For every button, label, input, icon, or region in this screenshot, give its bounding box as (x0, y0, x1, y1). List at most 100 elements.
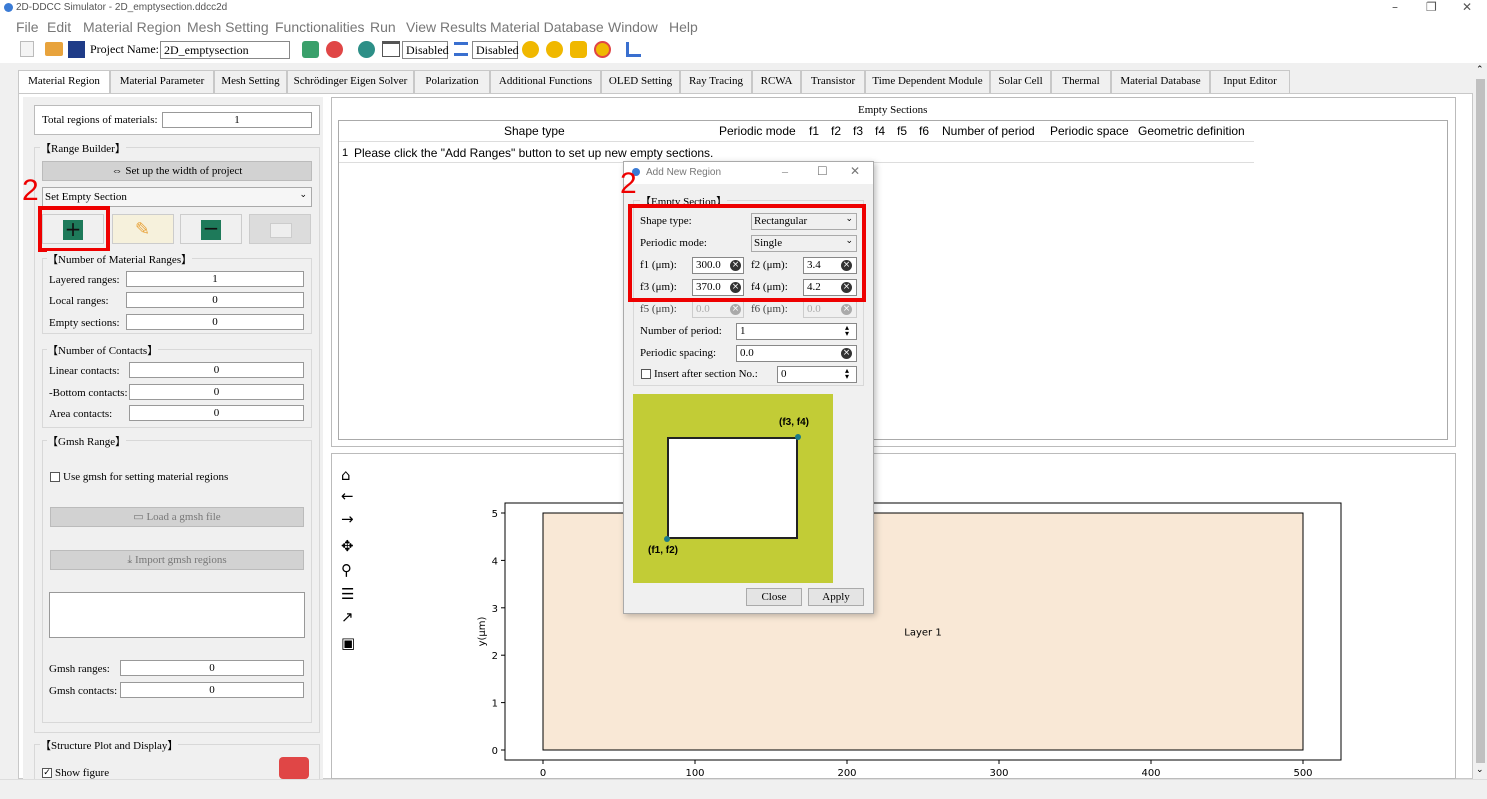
load-gmsh-button[interactable]: ▭ Load a gmsh file (50, 507, 304, 527)
tab-time-dependent[interactable]: Time Dependent Module (865, 70, 990, 93)
menu-file[interactable]: File (16, 19, 39, 35)
maximize-button[interactable]: ❐ (1426, 0, 1437, 14)
menu-run[interactable]: Run (370, 19, 396, 35)
tab-ray-tracing[interactable]: Ray Tracing (680, 70, 752, 93)
scroll-down-icon[interactable]: ⌄ (1476, 765, 1484, 775)
disabled-field-1[interactable]: Disabled (402, 41, 449, 59)
empty-field[interactable]: 0 (126, 314, 304, 330)
table-row[interactable]: 1 Please click the "Add Ranges" button t… (339, 142, 1254, 163)
vertical-scrollbar[interactable]: ⌃ ⌄ (1474, 65, 1487, 779)
run-batch-icon[interactable] (570, 41, 587, 58)
insert-spinner-arrows-icon[interactable]: ▴ ▾ (845, 367, 849, 381)
use-gmsh-checkbox[interactable] (50, 472, 60, 482)
configure-subplots-icon[interactable]: ☰ (341, 585, 354, 603)
area-field[interactable]: 0 (129, 405, 304, 421)
col-f1[interactable]: f1 (809, 124, 819, 138)
menu-mesh-setting[interactable]: Mesh Setting (187, 19, 269, 35)
col-shape-type[interactable]: Shape type (504, 124, 565, 138)
refresh-icon[interactable] (302, 41, 319, 58)
col-periodic-space[interactable]: Periodic space (1050, 124, 1129, 138)
f5-clear-icon[interactable]: × (730, 304, 741, 315)
save-figure-icon[interactable]: ▣ (341, 634, 355, 652)
setup-width-button[interactable]: ⇔ Set up the width of project (42, 161, 312, 181)
edit-axis-icon[interactable]: ↗ (341, 608, 354, 626)
tab-mesh-setting[interactable]: Mesh Setting (214, 70, 287, 93)
col-f3[interactable]: f3 (853, 124, 863, 138)
remove-range-button[interactable]: − (180, 214, 242, 244)
tab-oled-setting[interactable]: OLED Setting (601, 70, 680, 93)
back-arrow-icon[interactable]: ← (341, 487, 354, 505)
menu-functionalities[interactable]: Functionalities (275, 19, 365, 35)
apply-button[interactable]: Apply (808, 588, 864, 606)
reload-icon[interactable] (326, 41, 343, 58)
layered-field[interactable]: 1 (126, 271, 304, 287)
col-f6[interactable]: f6 (919, 124, 929, 138)
disabled-field-2[interactable]: Disabled (472, 41, 519, 59)
gmsh-text-area[interactable] (49, 592, 305, 638)
tab-additional-functions[interactable]: Additional Functions (490, 70, 601, 93)
new-file-icon[interactable] (20, 41, 34, 57)
tab-material-parameter[interactable]: Material Parameter (110, 70, 214, 93)
menu-view-results[interactable]: View Results (406, 19, 487, 35)
menu-material-region[interactable]: Material Region (83, 19, 181, 35)
chart-icon[interactable] (626, 42, 641, 57)
tab-material-region[interactable]: Material Region (18, 70, 110, 94)
tab-solar-cell[interactable]: Solar Cell (990, 70, 1051, 93)
col-periodic-mode[interactable]: Periodic mode (719, 124, 796, 138)
show-figure-checkbox[interactable]: ✓ (42, 768, 52, 778)
menu-window[interactable]: Window (608, 19, 658, 35)
project-name-input[interactable]: 2D_emptysection (160, 41, 290, 59)
menu-material-database[interactable]: Material Database (490, 19, 604, 35)
col-f4[interactable]: f4 (875, 124, 885, 138)
menu-edit[interactable]: Edit (47, 19, 71, 35)
gmsh-contacts-field[interactable]: 0 (120, 682, 304, 698)
col-f2[interactable]: f2 (831, 124, 841, 138)
dialog-maximize-button[interactable]: ☐ (817, 164, 828, 178)
local-field[interactable]: 0 (126, 292, 304, 308)
col-number-of-period[interactable]: Number of period (942, 124, 1035, 138)
col-f5[interactable]: f5 (897, 124, 907, 138)
minimize-button[interactable]: – (1392, 0, 1398, 14)
tab-transistor[interactable]: Transistor (801, 70, 865, 93)
dialog-close-icon[interactable]: ✕ (850, 164, 860, 178)
home-icon[interactable]: ⌂ (341, 466, 351, 484)
open-folder-icon[interactable] (45, 42, 63, 56)
gmsh-ranges-field[interactable]: 0 (120, 660, 304, 676)
run-next-icon[interactable] (546, 41, 563, 58)
import-gmsh-button[interactable]: ⤓ Import gmsh regions (50, 550, 304, 570)
forward-arrow-icon[interactable]: → (341, 510, 354, 528)
close-window-button[interactable]: ✕ (1462, 0, 1472, 14)
insert-after-checkbox[interactable] (641, 369, 651, 379)
settings-icon[interactable] (358, 41, 375, 58)
tab-thermal[interactable]: Thermal (1051, 70, 1111, 93)
tab-rcwa[interactable]: RCWA (752, 70, 801, 93)
run-icon[interactable] (522, 41, 539, 58)
tab-input-editor[interactable]: Input Editor (1210, 70, 1290, 93)
close-button[interactable]: Close (746, 588, 802, 606)
refresh-plot-icon[interactable] (279, 757, 309, 779)
list-icon[interactable] (454, 42, 468, 56)
tab-material-database[interactable]: Material Database (1111, 70, 1210, 93)
bottom-field[interactable]: 0 (129, 384, 304, 400)
f6-clear-icon[interactable]: × (841, 304, 852, 315)
dialog-minimize-button[interactable]: – (782, 164, 788, 179)
pan-icon[interactable]: ✥ (341, 537, 354, 555)
linear-field[interactable]: 0 (129, 362, 304, 378)
period-spinner-arrows-icon[interactable]: ▴ ▾ (845, 324, 849, 338)
total-regions-field[interactable]: 1 (162, 112, 312, 128)
zoom-icon[interactable]: ⚲ (341, 561, 352, 579)
menu-help[interactable]: Help (669, 19, 698, 35)
mesh-icon[interactable] (382, 41, 400, 57)
folder-button[interactable] (249, 214, 311, 244)
number-of-period-spinbox[interactable]: 1 (736, 323, 857, 340)
periodic-spacing-input[interactable]: 0.0 (736, 345, 857, 362)
scroll-up-icon[interactable]: ⌃ (1476, 65, 1484, 75)
tab-schrodinger[interactable]: Schrödinger Eigen Solver (287, 70, 414, 93)
tab-polarization[interactable]: Polarization (414, 70, 490, 93)
section-type-select[interactable]: Set Empty Section ⌄ (42, 187, 312, 207)
edit-range-button[interactable]: ✎ (112, 214, 174, 244)
stop-icon[interactable] (594, 41, 611, 58)
spacing-clear-icon[interactable]: × (841, 348, 852, 359)
col-geometric-definition[interactable]: Geometric definition (1138, 124, 1245, 138)
save-icon[interactable] (68, 41, 85, 58)
